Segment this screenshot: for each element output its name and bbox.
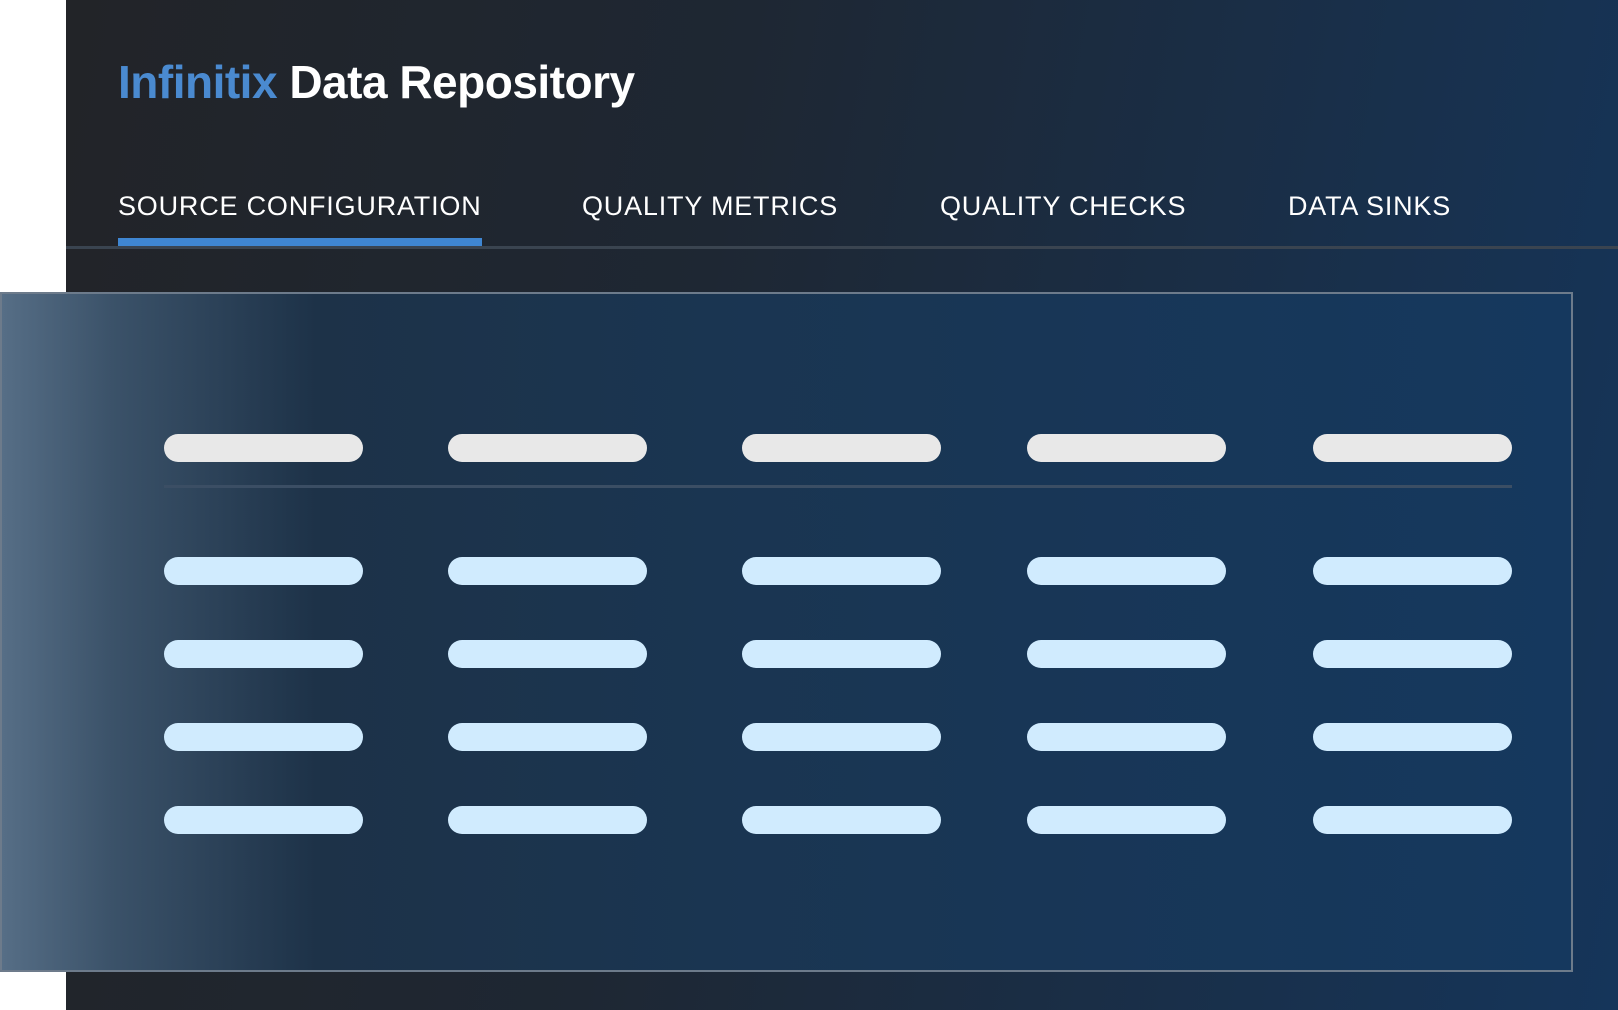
- cell-placeholder: [1313, 557, 1512, 585]
- app-name: Data Repository: [289, 56, 635, 108]
- cell-placeholder: [164, 806, 363, 834]
- cell-placeholder: [742, 723, 941, 751]
- table-row[interactable]: [164, 557, 1512, 585]
- tab-quality-metrics[interactable]: QUALITY METRICS: [582, 186, 838, 246]
- cell-placeholder: [164, 557, 363, 585]
- cell-placeholder: [164, 723, 363, 751]
- header-divider: [164, 485, 1512, 488]
- tab-bar: SOURCE CONFIGURATION QUALITY METRICS QUA…: [66, 186, 1618, 249]
- header-placeholder: [1027, 434, 1226, 462]
- cell-placeholder: [1313, 723, 1512, 751]
- cell-placeholder: [448, 806, 647, 834]
- tab-data-sinks[interactable]: DATA SINKS: [1288, 186, 1451, 246]
- cell-placeholder: [1027, 723, 1226, 751]
- page-title: Infinitix Data Repository: [118, 52, 635, 112]
- brand-name: Infinitix: [118, 56, 278, 108]
- cell-placeholder: [1313, 806, 1512, 834]
- cell-placeholder: [742, 806, 941, 834]
- tab-quality-checks[interactable]: QUALITY CHECKS: [940, 186, 1186, 246]
- header-placeholder: [742, 434, 941, 462]
- header-placeholder: [164, 434, 363, 462]
- tab-source-configuration[interactable]: SOURCE CONFIGURATION: [118, 186, 482, 246]
- cell-placeholder: [448, 640, 647, 668]
- table-panel: [0, 292, 1573, 972]
- table-row[interactable]: [164, 723, 1512, 751]
- cell-placeholder: [448, 723, 647, 751]
- cell-placeholder: [1027, 806, 1226, 834]
- cell-placeholder: [1313, 640, 1512, 668]
- table-row[interactable]: [164, 640, 1512, 668]
- cell-placeholder: [742, 640, 941, 668]
- cell-placeholder: [1027, 557, 1226, 585]
- cell-placeholder: [1027, 640, 1226, 668]
- cell-placeholder: [448, 557, 647, 585]
- table-row[interactable]: [164, 806, 1512, 834]
- cell-placeholder: [742, 557, 941, 585]
- header-placeholder: [448, 434, 647, 462]
- cell-placeholder: [164, 640, 363, 668]
- table-header-row: [164, 434, 1512, 462]
- header-placeholder: [1313, 434, 1512, 462]
